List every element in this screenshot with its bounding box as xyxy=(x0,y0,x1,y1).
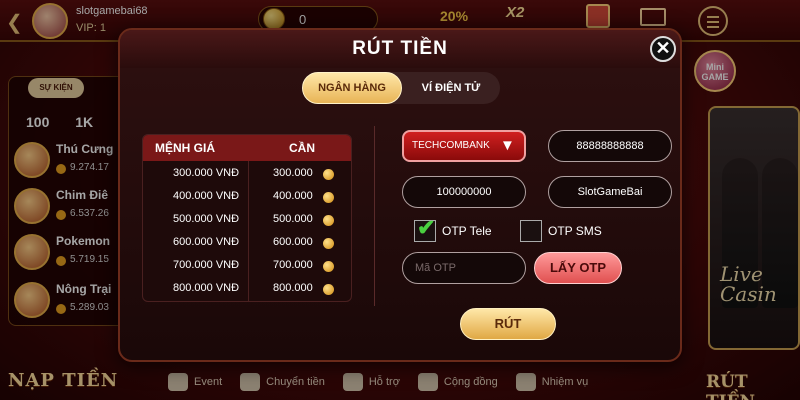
row-value: 300.000 VNĐ xyxy=(173,167,240,179)
column-header-need: CẦN xyxy=(289,141,315,155)
row-need: 500.000 xyxy=(273,213,313,225)
tab-e-wallet[interactable]: VÍ ĐIỆN TỬ xyxy=(402,72,500,104)
table-row: 300.000 VNĐ 300.000 xyxy=(143,163,351,186)
tab-bank[interactable]: NGÂN HÀNG xyxy=(302,72,402,104)
otp-input[interactable]: Mã OTP xyxy=(402,252,526,284)
otp-tele-checkbox[interactable]: ✔ xyxy=(414,215,436,242)
row-value: 400.000 VNĐ xyxy=(173,190,240,202)
row-need: 300.000 xyxy=(273,167,313,179)
row-value: 500.000 VNĐ xyxy=(173,213,240,225)
table-row: 700.000 VNĐ 700.000 xyxy=(143,255,351,278)
otp-sms-label: OTP SMS xyxy=(548,224,602,238)
row-need: 800.000 xyxy=(273,282,313,294)
amount-field[interactable]: 100000000 xyxy=(402,176,526,208)
row-value: 700.000 VNĐ xyxy=(173,259,240,271)
account-number-field[interactable]: 88888888888 xyxy=(548,130,672,162)
modal-header: RÚT TIỀN ✕ xyxy=(120,30,680,68)
table-row: 500.000 VNĐ 500.000 xyxy=(143,209,351,232)
withdraw-submit-button[interactable]: RÚT xyxy=(460,308,556,340)
coin-icon xyxy=(323,261,334,272)
table-header: MỆNH GIÁ CẦN xyxy=(143,135,351,161)
coin-icon xyxy=(323,284,334,295)
row-need: 700.000 xyxy=(273,259,313,271)
table-row: 400.000 VNĐ 400.000 xyxy=(143,186,351,209)
coin-icon xyxy=(323,215,334,226)
coin-icon xyxy=(323,192,334,203)
modal-title: RÚT TIỀN xyxy=(352,38,448,59)
row-need: 400.000 xyxy=(273,190,313,202)
row-value: 800.000 VNĐ xyxy=(173,282,240,294)
section-divider xyxy=(374,126,375,306)
denomination-table: MỆNH GIÁ CẦN 300.000 VNĐ 300.000 400.000… xyxy=(142,134,352,302)
check-icon: ✔ xyxy=(417,215,436,240)
account-name-field[interactable]: SlotGameBai xyxy=(548,176,672,208)
close-icon[interactable]: ✕ xyxy=(650,36,676,62)
bank-select-value: TECHCOMBANK xyxy=(412,140,490,151)
bank-select[interactable]: TECHCOMBANK ▼ xyxy=(402,130,526,162)
table-row: 600.000 VNĐ 600.000 xyxy=(143,232,351,255)
coin-icon xyxy=(323,169,334,180)
column-header-value: MỆNH GIÁ xyxy=(155,141,215,155)
otp-tele-label: OTP Tele xyxy=(442,224,492,238)
get-otp-button[interactable]: LẤY OTP xyxy=(534,252,622,284)
payment-tabs: NGÂN HÀNG VÍ ĐIỆN TỬ xyxy=(302,72,500,104)
withdraw-modal: RÚT TIỀN ✕ NGÂN HÀNG VÍ ĐIỆN TỬ MỆNH GIÁ… xyxy=(118,28,682,362)
row-need: 600.000 xyxy=(273,236,313,248)
otp-sms-checkbox[interactable] xyxy=(520,220,542,242)
caret-down-icon: ▼ xyxy=(500,137,515,154)
table-row: 800.000 VNĐ 800.000 xyxy=(143,278,351,301)
coin-icon xyxy=(323,238,334,249)
row-value: 600.000 VNĐ xyxy=(173,236,240,248)
